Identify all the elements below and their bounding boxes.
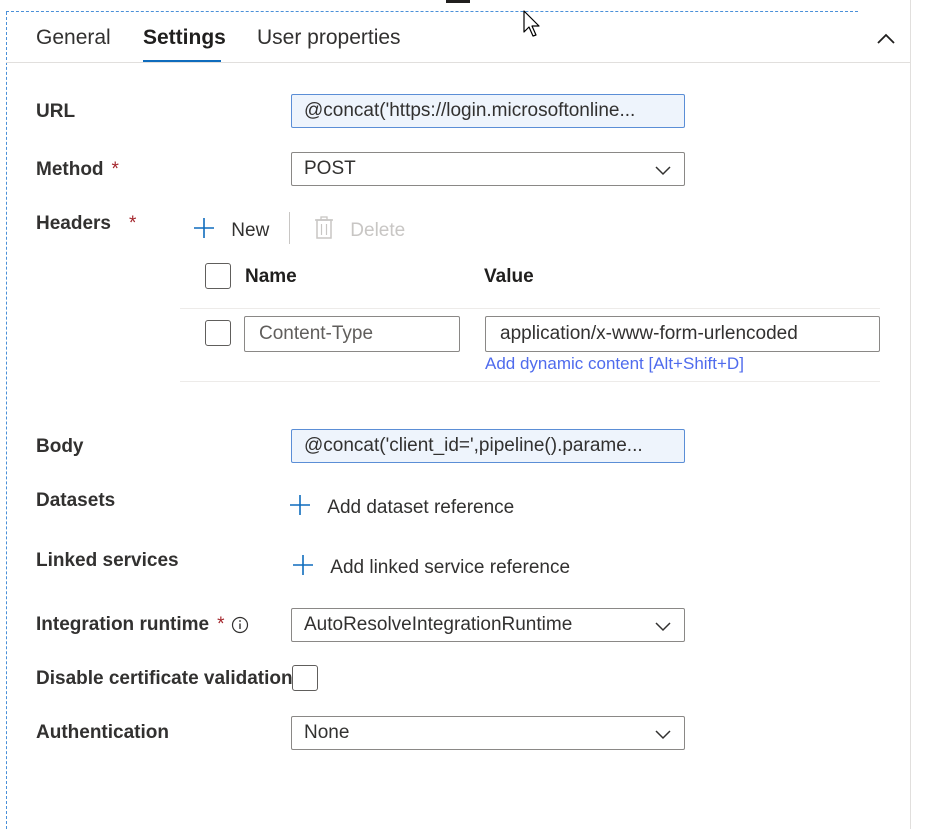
add-linked-service-reference-label: Add linked service reference bbox=[330, 557, 571, 578]
panel-frame-left bbox=[6, 12, 7, 829]
trash-icon bbox=[315, 216, 333, 239]
info-icon[interactable] bbox=[231, 616, 249, 634]
new-header-label: New bbox=[231, 220, 270, 241]
table-row-divider bbox=[180, 381, 880, 382]
delete-header-label: Delete bbox=[350, 220, 406, 241]
tab-divider bbox=[6, 62, 910, 63]
panel-frame-top bbox=[6, 11, 858, 12]
authentication-label: Authentication bbox=[36, 722, 169, 743]
delete-header-button[interactable]: Delete bbox=[313, 216, 405, 242]
add-dynamic-content-link[interactable]: Add dynamic content [Alt+Shift+D] bbox=[485, 354, 744, 374]
column-header-name: Name bbox=[245, 266, 297, 287]
linked-services-label: Linked services bbox=[36, 550, 179, 571]
select-all-checkbox[interactable] bbox=[205, 263, 231, 289]
url-label: URL bbox=[36, 101, 76, 122]
disable-certificate-validation-label: Disable certificate validation bbox=[36, 668, 293, 689]
method-label: Method * bbox=[36, 159, 119, 180]
integration-runtime-select[interactable]: AutoResolveIntegrationRuntime bbox=[291, 608, 685, 642]
tab-settings[interactable]: Settings bbox=[143, 26, 226, 50]
row-checkbox[interactable] bbox=[205, 320, 231, 346]
resize-handle[interactable] bbox=[446, 0, 470, 3]
required-marker: * bbox=[217, 614, 225, 635]
chevron-down-icon bbox=[655, 166, 671, 176]
toolbar-divider bbox=[289, 212, 290, 244]
table-header-divider bbox=[180, 308, 880, 309]
url-input[interactable]: @concat('https://login.microsoftonline..… bbox=[291, 94, 685, 128]
method-select-value: POST bbox=[304, 158, 356, 179]
add-dataset-reference-button[interactable]: Add dataset reference bbox=[288, 493, 514, 519]
headers-label: Headers * bbox=[36, 213, 137, 234]
chevron-down-icon bbox=[655, 622, 671, 632]
plus-icon bbox=[290, 495, 310, 515]
integration-runtime-value: AutoResolveIntegrationRuntime bbox=[304, 614, 573, 635]
body-input[interactable]: @concat('client_id=',pipeline().parame..… bbox=[291, 429, 685, 463]
plus-icon bbox=[194, 218, 214, 238]
body-label: Body bbox=[36, 436, 84, 457]
new-header-button[interactable]: New bbox=[192, 216, 269, 242]
authentication-value: None bbox=[304, 722, 350, 743]
chevron-down-icon bbox=[655, 730, 671, 740]
column-header-value: Value bbox=[484, 266, 534, 287]
collapse-button[interactable] bbox=[872, 24, 900, 52]
datasets-label: Datasets bbox=[36, 490, 116, 511]
add-linked-service-reference-button[interactable]: Add linked service reference bbox=[291, 553, 570, 579]
add-dataset-reference-label: Add dataset reference bbox=[327, 497, 515, 518]
chevron-up-icon bbox=[877, 33, 895, 44]
disable-certificate-validation-checkbox[interactable] bbox=[292, 665, 318, 691]
integration-runtime-label: Integration runtime * bbox=[36, 614, 225, 635]
authentication-select[interactable]: None bbox=[291, 716, 685, 750]
required-marker: * bbox=[129, 213, 137, 234]
header-value-input[interactable]: application/x-www-form-urlencoded bbox=[485, 316, 880, 352]
header-name-input[interactable]: Content-Type bbox=[244, 316, 460, 352]
tab-user-properties[interactable]: User properties bbox=[257, 26, 401, 50]
plus-icon bbox=[293, 555, 313, 575]
panel-right-border bbox=[910, 0, 911, 829]
required-marker: * bbox=[111, 159, 119, 180]
method-select[interactable]: POST bbox=[291, 152, 685, 186]
tab-general[interactable]: General bbox=[36, 26, 111, 50]
mouse-cursor-icon bbox=[523, 10, 540, 37]
